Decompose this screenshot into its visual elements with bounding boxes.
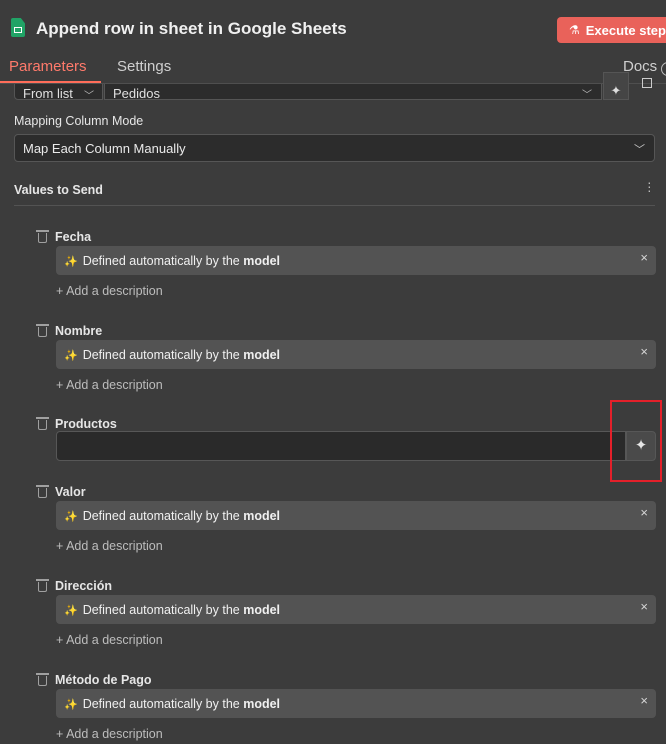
close-icon[interactable]: × xyxy=(640,344,648,359)
productos-input[interactable] xyxy=(56,431,626,461)
sparkle-icon: ✨ xyxy=(64,256,78,268)
field-label: Nombre xyxy=(55,324,103,338)
tab-settings[interactable]: Settings xyxy=(117,58,171,75)
close-icon[interactable]: × xyxy=(640,505,648,520)
auto-text: Defined automatically by the xyxy=(82,348,240,362)
node-title[interactable]: Append row in sheet in Google Sheets xyxy=(36,19,347,39)
auto-text: Defined automatically by the xyxy=(82,254,240,268)
google-sheets-icon xyxy=(11,18,25,37)
auto-text-model: model xyxy=(243,509,281,523)
field-direccion: Dirección ✨ Defined automatically by the … xyxy=(36,579,656,651)
more-options-icon[interactable]: · · · xyxy=(647,175,652,197)
add-description-link[interactable]: + Add a description xyxy=(56,727,163,741)
mapping-mode-select[interactable]: Map Each Column Manually ﹀ xyxy=(14,134,655,162)
help-icon[interactable] xyxy=(661,62,666,76)
execute-step-button[interactable]: ⚗ Execute step xyxy=(557,17,666,43)
field-label: Valor xyxy=(55,485,86,499)
auto-text-model: model xyxy=(243,697,281,711)
auto-text-model: model xyxy=(243,603,281,617)
close-icon[interactable]: × xyxy=(640,250,648,265)
add-description-link[interactable]: + Add a description xyxy=(56,633,163,647)
trash-icon[interactable] xyxy=(36,579,49,592)
trash-icon[interactable] xyxy=(36,230,49,243)
close-icon[interactable]: × xyxy=(640,599,648,614)
close-icon[interactable]: × xyxy=(640,693,648,708)
chevron-down-icon: ﹀ xyxy=(84,91,94,100)
trash-icon[interactable] xyxy=(36,417,49,430)
chevron-down-icon: ﹀ xyxy=(634,144,645,156)
field-label: Dirección xyxy=(55,579,112,593)
field-label: Fecha xyxy=(55,230,92,244)
auto-text-model: model xyxy=(243,254,281,268)
field-nombre: Nombre ✨ Defined automatically by the mod… xyxy=(36,324,656,396)
field-valor: Valor ✨ Defined automatically by the mode… xyxy=(36,485,656,557)
auto-text: Defined automatically by the xyxy=(82,509,240,523)
sparkle-icon: ✦ xyxy=(610,83,622,98)
chevron-down-icon: ﹀ xyxy=(582,90,592,100)
add-description-link[interactable]: + Add a description xyxy=(56,539,163,553)
tab-parameters[interactable]: Parameters xyxy=(9,58,87,75)
values-divider xyxy=(14,205,655,206)
auto-defined-value[interactable]: ✨ Defined automatically by the model × xyxy=(56,501,656,530)
values-to-send-label: Values to Send xyxy=(14,183,103,197)
expand-icon[interactable] xyxy=(642,78,652,88)
auto-defined-value[interactable]: ✨ Defined automatically by the model × xyxy=(56,595,656,624)
sheet-selector-row: From list Pedidos ﹀ ﹀ xyxy=(0,84,666,100)
trash-icon[interactable] xyxy=(36,485,49,498)
highlight-box xyxy=(610,400,662,482)
auto-defined-value[interactable]: ✨ Defined automatically by the model × xyxy=(56,340,656,369)
sparkle-icon: ✨ xyxy=(64,605,78,617)
flask-icon: ⚗ xyxy=(569,23,580,37)
sheet-ai-button[interactable]: ✦ xyxy=(603,72,629,100)
field-fecha: Fecha ✨ Defined automatically by the mode… xyxy=(36,230,656,302)
auto-text: Defined automatically by the xyxy=(82,697,240,711)
mapping-mode-value: Map Each Column Manually xyxy=(23,141,186,156)
execute-step-label: Execute step xyxy=(585,22,666,38)
panel-header: Append row in sheet in Google Sheets ⚗ E… xyxy=(0,0,666,58)
sparkle-icon: ✨ xyxy=(64,350,78,362)
trash-icon[interactable] xyxy=(36,324,49,337)
field-productos: Productos ✦ xyxy=(36,417,656,463)
auto-text-model: model xyxy=(243,348,281,362)
field-metodo-de-pago: Método de Pago ✨ Defined automatically by… xyxy=(36,673,656,743)
sparkle-icon: ✨ xyxy=(64,511,78,523)
field-label: Productos xyxy=(55,417,117,431)
trash-icon[interactable] xyxy=(36,673,49,686)
sparkle-icon: ✨ xyxy=(64,699,78,711)
mapping-mode-label: Mapping Column Mode xyxy=(14,114,144,128)
sheet-select[interactable]: Pedidos xyxy=(104,84,602,100)
auto-defined-value[interactable]: ✨ Defined automatically by the model × xyxy=(56,246,656,275)
add-description-link[interactable]: + Add a description xyxy=(56,284,163,298)
field-label: Método de Pago xyxy=(55,673,152,687)
add-description-link[interactable]: + Add a description xyxy=(56,378,163,392)
auto-text: Defined automatically by the xyxy=(82,603,240,617)
auto-defined-value[interactable]: ✨ Defined automatically by the model × xyxy=(56,689,656,718)
